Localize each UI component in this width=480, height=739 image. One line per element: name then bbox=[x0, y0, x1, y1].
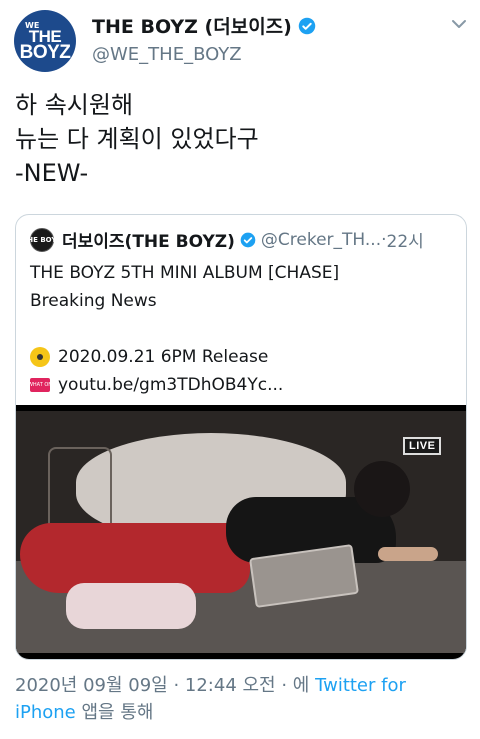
tweet-timestamp[interactable]: 2020년 09월 09일 · 12:44 오전 · 에 bbox=[15, 675, 315, 696]
quoted-header: THE BOYZ 더보이즈(THE BOYZ) @Creker_TH... · … bbox=[22, 227, 424, 252]
scene-chair bbox=[48, 447, 112, 531]
quoted-text: THE BOYZ 5TH MINI ALBUM [CHASE] Breaking… bbox=[28, 259, 340, 399]
source-link-b[interactable]: iPhone bbox=[15, 702, 76, 723]
tweet-line-1: 하 속시원해 bbox=[15, 91, 134, 119]
quoted-handle: @Creker_TH... bbox=[260, 229, 382, 250]
tweet-line-3: -NEW- bbox=[15, 159, 89, 187]
author-handle[interactable]: @WE_THE_BOYZ bbox=[92, 44, 242, 65]
author-display-name: THE BOYZ (더보이즈) bbox=[92, 16, 292, 38]
scene-person-arm bbox=[378, 547, 438, 561]
tv-icon: WHAT ON bbox=[28, 378, 52, 392]
source-suffix: 앱을 통해 bbox=[75, 702, 154, 723]
quoted-avatar: THE BOYZ bbox=[22, 227, 62, 252]
quoted-link[interactable]: youtu.be/gm3TDhOB4Yc... bbox=[58, 371, 283, 399]
cd-disc-icon bbox=[30, 347, 50, 367]
chevron-down-icon[interactable] bbox=[449, 14, 469, 34]
scene-pink-cloth bbox=[66, 583, 196, 629]
quoted-blank-line bbox=[30, 315, 339, 343]
quoted-line-2: Breaking News bbox=[30, 291, 157, 311]
video-thumbnail[interactable]: LIVE bbox=[16, 405, 466, 659]
tweet-text: 하 속시원해 뉴는 다 계획이 있었다구 -NEW- bbox=[15, 88, 259, 190]
quoted-line-1: THE BOYZ 5TH MINI ALBUM [CHASE] bbox=[30, 263, 340, 283]
quoted-line-3-row: 2020.09.21 6PM Release bbox=[30, 343, 339, 371]
author-name[interactable]: THE BOYZ (더보이즈) bbox=[92, 12, 316, 39]
quoted-tweet-card[interactable]: THE BOYZ 더보이즈(THE BOYZ) @Creker_TH... · … bbox=[15, 214, 467, 660]
video-scene: LIVE bbox=[16, 411, 466, 653]
live-badge: LIVE bbox=[403, 437, 442, 455]
verified-badge-icon bbox=[298, 17, 316, 34]
source-link-a[interactable]: Twitter for bbox=[315, 675, 406, 696]
tweet-line-2: 뉴는 다 계획이 있었다구 bbox=[15, 125, 259, 153]
quoted-display-name: 더보이즈(THE BOYZ) bbox=[62, 232, 235, 252]
scene-person-head bbox=[354, 461, 410, 517]
author-avatar[interactable]: WE THE BOYZ bbox=[14, 10, 76, 72]
avatar-text-2: BOYZ bbox=[19, 41, 71, 63]
quoted-time: 22시 bbox=[386, 232, 424, 252]
quoted-line-4-row: WHAT ON youtu.be/gm3TDhOB4Yc... bbox=[28, 371, 339, 399]
tweet-footer: 2020년 09월 09일 · 12:44 오전 · 에 Twitter for… bbox=[15, 672, 465, 726]
verified-badge-icon bbox=[240, 232, 256, 247]
quoted-line-3: 2020.09.21 6PM Release bbox=[58, 347, 269, 367]
